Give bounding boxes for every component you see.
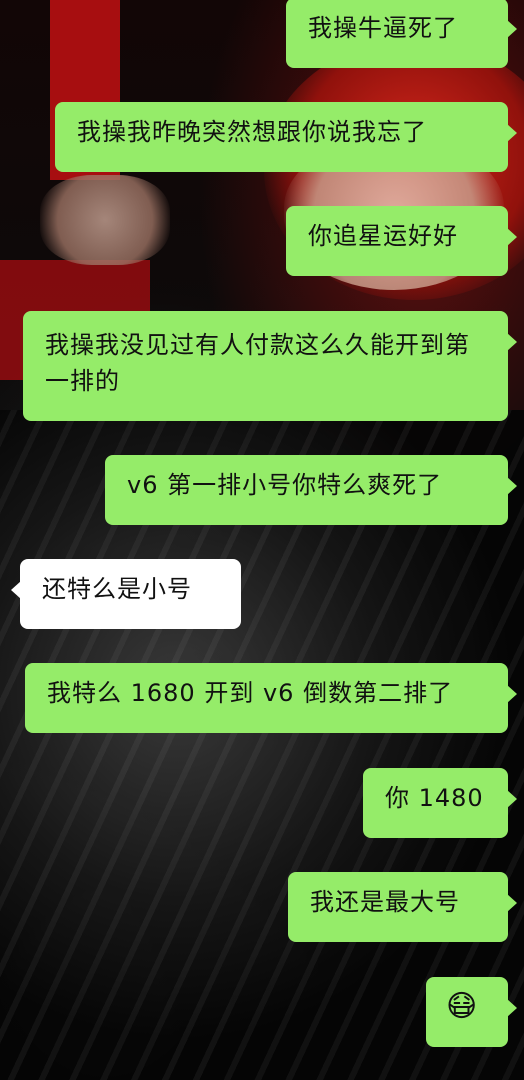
- message-bubble-outgoing[interactable]: 你追星运好好: [286, 206, 517, 276]
- message-bubble-outgoing[interactable]: 我操牛逼死了: [286, 0, 517, 68]
- message-bubble-outgoing[interactable]: 我操我昨晚突然想跟你说我忘了: [55, 102, 517, 172]
- message-bubble-outgoing[interactable]: 😷: [426, 977, 517, 1047]
- message-bubble-incoming[interactable]: 还特么是小号: [11, 559, 241, 629]
- message-bubble-outgoing[interactable]: v6 第一排小号你特么爽死了: [105, 455, 517, 525]
- message-bubble-outgoing[interactable]: 我操我没见过有人付款这么久能开到第一排的: [23, 311, 517, 421]
- chat-message-list[interactable]: 我操牛逼死了 我操我昨晚突然想跟你说我忘了 你追星运好好 我操我没见过有人付款这…: [0, 0, 524, 1080]
- message-bubble-outgoing[interactable]: 我还是最大号: [288, 872, 517, 942]
- message-bubble-outgoing[interactable]: 你 1480: [363, 768, 517, 838]
- mask-face-emoji-icon: 😷: [446, 989, 479, 1024]
- message-bubble-outgoing[interactable]: 我特么 1680 开到 v6 倒数第二排了: [25, 663, 517, 733]
